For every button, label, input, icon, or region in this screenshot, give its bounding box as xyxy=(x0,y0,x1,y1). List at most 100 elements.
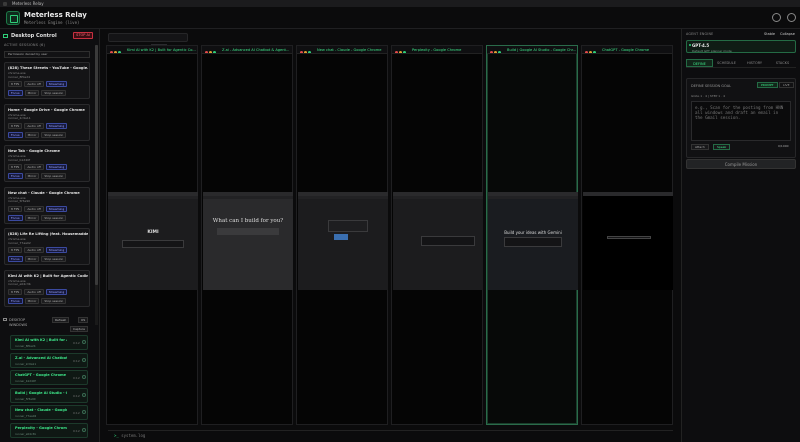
attach-icon[interactable] xyxy=(82,340,86,344)
audio-toggle[interactable]: Audio off xyxy=(24,205,44,212)
tab-schedule[interactable]: SCHEDULE xyxy=(713,59,740,67)
mirror-button[interactable]: Mirror xyxy=(24,256,40,262)
attach-icon[interactable] xyxy=(82,357,86,362)
window-controls-icon[interactable] xyxy=(300,49,312,53)
desktop-window-item[interactable]: New chat - Claude - Google C... runner_77… xyxy=(10,405,88,420)
mode-live-button[interactable]: LIVE xyxy=(779,82,794,88)
window-controls-icon[interactable] xyxy=(585,49,597,53)
model-selector[interactable]: GPT-4.5 Default GPT planner mode xyxy=(686,40,796,53)
tab-stacks[interactable]: STACKS xyxy=(769,59,796,67)
speak-button[interactable]: Speak xyxy=(713,144,731,150)
desktop-window-item[interactable]: ChatGPT - Google Chrome runner_b1d40f 0:12 xyxy=(10,370,88,385)
attach-icon[interactable] xyxy=(82,410,86,414)
app-icon xyxy=(3,1,7,6)
mirror-button[interactable]: Mirror xyxy=(24,297,40,304)
stop-session-button[interactable]: Stop session xyxy=(41,90,67,96)
focus-button[interactable]: Focus xyxy=(8,297,23,304)
session-panel[interactable]: Build | Google AI Studio - Google Chr...… xyxy=(486,45,578,425)
tab-define[interactable]: DEFINE xyxy=(686,59,713,67)
fps-select[interactable]: 8 FPS xyxy=(8,122,23,129)
desktop-window-item[interactable]: Z.ai - Advanced AI Chatbot &...runner_2c… xyxy=(10,352,88,368)
session-title: New Tab - Google Chrome xyxy=(8,149,60,153)
panel-header: Kimi AI with K2 | Built for Agentic Co..… xyxy=(107,46,197,54)
mode-prompt-button[interactable]: PROMPT xyxy=(757,82,778,88)
stop-ai-button[interactable]: STOP AI xyxy=(73,32,93,39)
stop-session-button[interactable]: Stop session xyxy=(41,297,67,304)
attach-icon[interactable] xyxy=(82,375,86,379)
mirror-button[interactable]: Mirror xyxy=(24,214,40,221)
attach-icon[interactable] xyxy=(82,427,86,432)
sessions-scrollbar[interactable] xyxy=(95,45,98,325)
attach-button[interactable]: Attach xyxy=(691,144,709,150)
stop-session-button[interactable]: Stop session xyxy=(41,214,67,221)
state-toggle[interactable]: Stable xyxy=(764,31,775,37)
desktop-window-item[interactable]: Build | Google AI Studio - Go...runner_5… xyxy=(10,387,88,403)
window-item-runner: runner_77aa02 xyxy=(15,414,37,418)
focus-button[interactable]: Focus xyxy=(8,131,23,138)
session-card[interactable]: New Tab - Google Chrome chrome.exe runner_… xyxy=(4,145,90,182)
window-item-title: Build | Google AI Studio - Go... xyxy=(15,390,67,395)
audio-toggle[interactable]: Audio off xyxy=(24,288,44,295)
mirror-button[interactable]: Mirror xyxy=(24,173,40,179)
refresh-button[interactable]: Refresh xyxy=(52,317,70,323)
fps-select[interactable]: 8 FPS xyxy=(8,164,23,170)
goal-input[interactable]: e.g., Scan for the posting from HNN all … xyxy=(691,101,791,141)
window-item-title: ChatGPT - Google Chrome xyxy=(15,373,67,377)
fps-select[interactable]: 8 FPS xyxy=(8,288,23,295)
audio-toggle[interactable]: Audio off xyxy=(24,164,44,170)
session-title: Home - Google Drive - Google Chrome xyxy=(8,107,85,112)
stop-session-button[interactable]: Stop session xyxy=(41,131,67,138)
focus-button[interactable]: Focus xyxy=(8,173,23,179)
window-controls-icon[interactable] xyxy=(395,49,407,53)
session-card[interactable]: New chat - Claude - Google Chrome chrome.… xyxy=(4,186,90,224)
gear-icon[interactable] xyxy=(787,13,796,22)
attach-icon[interactable] xyxy=(82,392,86,397)
capture-button[interactable]: Capture xyxy=(70,326,88,332)
desktop-window-item[interactable]: Perplexity - Google Chrome runner_e04c3b 0… xyxy=(10,422,88,438)
panel-header: Z.ai - Advanced AI Chatbot & Agent... xyxy=(202,46,292,54)
right-panel: AGENT ENGINE Stable Collapse GPT-4.5 Def… xyxy=(681,29,800,442)
window-item-time: 0:12 xyxy=(73,376,80,380)
focus-button[interactable]: Focus xyxy=(8,90,23,96)
focus-button[interactable]: Focus xyxy=(8,256,23,262)
settings-icon[interactable] xyxy=(772,13,781,22)
panel-title: New chat - Claude - Google Chrome xyxy=(317,48,382,52)
fps-select[interactable]: 8 FPS xyxy=(8,247,23,253)
session-panel[interactable]: New chat - Claude - Google Chrome xyxy=(296,45,388,425)
session-card[interactable]: (828) Life Re Lifting (feat. Housemaddes… xyxy=(4,228,90,265)
audio-toggle[interactable]: Audio off xyxy=(24,247,44,253)
session-meta: chrome.exe runner_8f0e24 xyxy=(8,71,31,79)
fps-select[interactable]: 8 FPS xyxy=(8,205,23,212)
panel-header: New chat - Claude - Google Chrome xyxy=(297,46,387,54)
stop-session-button[interactable]: Stop session xyxy=(41,256,67,262)
session-meta: chrome.exe runner_e04c3b xyxy=(8,278,31,287)
stop-session-button[interactable]: Stop session xyxy=(41,173,67,179)
mirror-button[interactable]: Mirror xyxy=(24,131,40,138)
session-card[interactable]: Kimi AI with K2 | Built for Agentic Codi… xyxy=(4,269,90,307)
focus-button[interactable]: Focus xyxy=(8,214,23,221)
status-badge: Streaming xyxy=(45,81,68,87)
compile-mission-button[interactable]: Compile Mission xyxy=(686,159,796,169)
window-controls-icon[interactable] xyxy=(110,49,122,53)
window-controls-icon[interactable] xyxy=(205,49,217,53)
session-screenshot: Build your ideas with Gemini xyxy=(488,192,578,290)
window-controls-icon[interactable] xyxy=(490,49,502,53)
session-panel[interactable]: Perplexity - Google Chrome xyxy=(391,45,483,425)
session-meta: chrome.exe runner_b1d40f xyxy=(8,154,31,162)
collapse-button[interactable]: Collapse xyxy=(780,31,795,37)
mirror-button[interactable]: Mirror xyxy=(24,90,40,96)
status-badge: Streaming xyxy=(45,122,68,129)
window-item-time: 0:12 xyxy=(73,358,80,363)
session-panel[interactable]: Z.ai - Advanced AI Chatbot & Agent... Wha… xyxy=(201,45,293,425)
session-panel[interactable]: Kimi AI with K2 | Built for Agentic Co..… xyxy=(106,45,198,425)
session-panel[interactable]: ChatGPT - Google Chrome xyxy=(581,45,673,425)
session-card[interactable]: (828) These Streets - YouTube - Google..… xyxy=(4,62,90,99)
audio-toggle[interactable]: Audio off xyxy=(24,81,44,87)
desktop-window-item[interactable]: Kimi AI with K2 | Built for Age... runner… xyxy=(10,335,88,350)
audio-toggle[interactable]: Audio off xyxy=(24,122,44,129)
command-bar[interactable]: >_ system.log xyxy=(108,430,673,439)
app-header: Meterless Relay Meterless Engine (live) xyxy=(0,7,800,29)
session-card[interactable]: Home - Google Drive - Google Chrome chrom… xyxy=(4,103,90,141)
tab-history[interactable]: HISTORY xyxy=(741,59,768,67)
fps-select[interactable]: 8 FPS xyxy=(8,81,23,87)
